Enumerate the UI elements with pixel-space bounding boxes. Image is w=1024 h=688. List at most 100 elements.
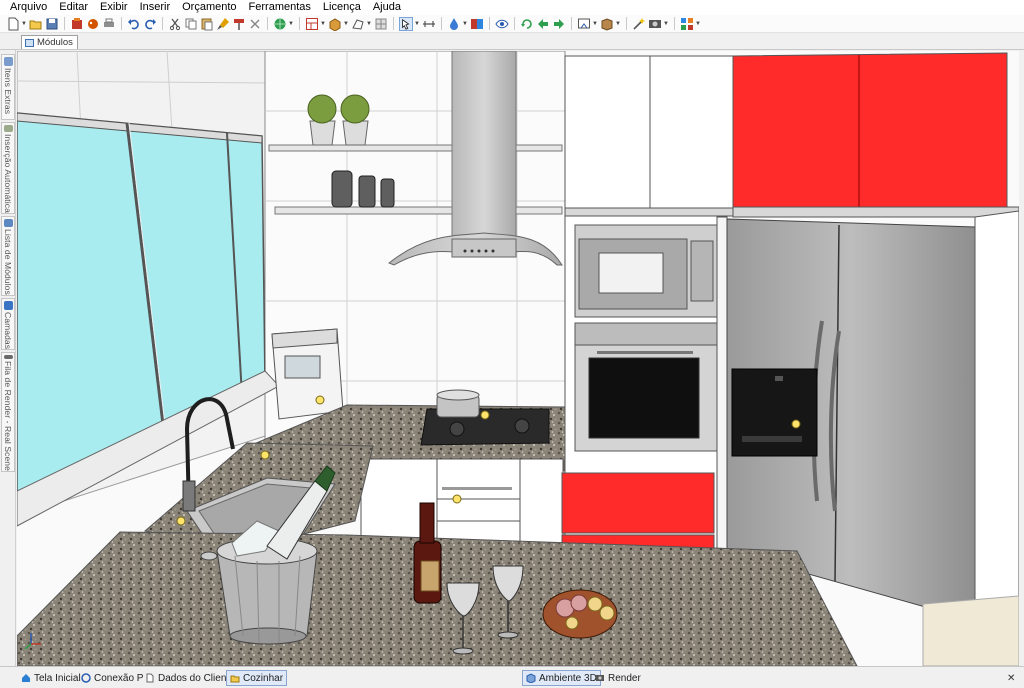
tab-modulos[interactable]: Módulos: [21, 35, 78, 49]
save-icon[interactable]: [45, 17, 59, 31]
move-left-icon[interactable]: [536, 17, 550, 31]
rotate-icon[interactable]: [520, 17, 534, 31]
viewport-3d[interactable]: [17, 51, 1019, 666]
close-tab-button[interactable]: ✕: [1004, 670, 1018, 686]
move-right-icon[interactable]: [552, 17, 566, 31]
dock-tab-lista-de-modulos[interactable]: Lista de Módulos: [1, 216, 15, 296]
paste-icon[interactable]: [200, 17, 214, 31]
menu-ferramentas[interactable]: Ferramentas: [243, 0, 317, 15]
cube-icon: [526, 673, 536, 684]
chevron-down-icon[interactable]: ▼: [695, 21, 701, 27]
menu-licenca[interactable]: Licença: [317, 0, 367, 15]
tab-ambiente-3d[interactable]: Ambiente 3D: [522, 670, 601, 686]
pointer-icon[interactable]: [399, 16, 413, 31]
toolbar-separator: [299, 17, 300, 30]
color-drop-icon[interactable]: [447, 17, 461, 31]
dock-tab-insercao-automatica[interactable]: Inserção Automática: [1, 122, 15, 214]
base-cabinets: [360, 458, 564, 548]
dock-tab-fila-de-render[interactable]: Fila de Render - Real Scene: [1, 352, 15, 472]
tab-cozinhar[interactable]: Cozinhar: [226, 670, 288, 686]
dock-tab-itens-extras[interactable]: Itens Extras: [1, 54, 15, 120]
menu-inserir[interactable]: Inserir: [134, 0, 177, 15]
undo-icon[interactable]: [127, 17, 141, 31]
chevron-down-icon[interactable]: ▼: [663, 21, 669, 27]
dock-tab-label: Fila de Render - Real Scene: [3, 361, 13, 471]
close-icon: ✕: [1007, 672, 1016, 684]
chevron-down-icon[interactable]: ▼: [414, 21, 420, 27]
microwave: [574, 224, 719, 318]
upper-cabinets-red: [732, 52, 1019, 218]
tab-tela-inicial[interactable]: Tela Inicial: [18, 670, 84, 686]
oven-tower: [561, 215, 719, 550]
status-bar: Tela Inicial Conexão P Dados do Cliente …: [0, 666, 1024, 688]
material-icon[interactable]: [470, 17, 484, 31]
dock-tab-camadas[interactable]: Camadas: [1, 298, 15, 350]
modules-icon[interactable]: [305, 17, 319, 31]
library-icon[interactable]: [70, 17, 84, 31]
wand-icon[interactable]: [632, 17, 646, 31]
toolbar-separator: [571, 17, 572, 30]
cooking-pot: [436, 389, 480, 418]
selection-marker[interactable]: [480, 410, 490, 420]
kitchen-3d-scene: [17, 51, 1019, 666]
toolbar-separator: [489, 17, 490, 30]
render-icon[interactable]: [648, 17, 662, 31]
chevron-down-icon[interactable]: ▼: [343, 21, 349, 27]
eye-icon[interactable]: [495, 17, 509, 31]
print-icon[interactable]: [102, 17, 116, 31]
grid-icon[interactable]: [374, 17, 388, 31]
copy-icon[interactable]: [184, 17, 198, 31]
tab-conexao[interactable]: Conexão P: [78, 670, 146, 686]
menu-exibir[interactable]: Exibir: [94, 0, 134, 15]
tab-dados-do-cliente[interactable]: Dados do Cliente: [142, 670, 238, 686]
palette-icon[interactable]: [86, 17, 100, 31]
chevron-down-icon[interactable]: ▼: [320, 21, 326, 27]
auto-insert-icon: [3, 125, 13, 133]
camera-icon[interactable]: [577, 17, 591, 31]
cut-icon[interactable]: [168, 17, 182, 31]
chevron-down-icon[interactable]: ▼: [21, 21, 27, 27]
dock-tab-label: Lista de Módulos: [3, 229, 13, 295]
render-icon: [595, 673, 605, 683]
toolbar-separator: [441, 17, 442, 30]
toolbar-separator: [626, 17, 627, 30]
paint-roller-icon[interactable]: [232, 17, 246, 31]
selection-marker[interactable]: [452, 494, 462, 504]
delete-icon[interactable]: [248, 17, 262, 31]
selection-marker[interactable]: [176, 516, 186, 526]
document-icon: [145, 673, 155, 683]
chevron-down-icon[interactable]: ▼: [615, 21, 621, 27]
selection-marker[interactable]: [791, 419, 801, 429]
menu-orcamento[interactable]: Orçamento: [176, 0, 242, 15]
toolbar-separator: [121, 17, 122, 30]
menu-editar[interactable]: Editar: [53, 0, 94, 15]
toolbar-separator: [267, 17, 268, 30]
menu-ajuda[interactable]: Ajuda: [367, 0, 407, 15]
document-tab-row: Módulos: [0, 33, 1024, 50]
tab-label: Cozinhar: [243, 672, 284, 684]
menu-arquivo[interactable]: Arquivo: [4, 0, 53, 15]
tab-render[interactable]: Render: [592, 670, 644, 686]
new-file-icon[interactable]: [6, 17, 20, 31]
shape-icon[interactable]: [351, 17, 365, 31]
open-folder-icon[interactable]: [29, 17, 43, 31]
home-icon: [21, 673, 31, 683]
render-queue-icon: [3, 355, 13, 360]
globe-icon[interactable]: [273, 17, 287, 31]
selection-marker[interactable]: [315, 395, 325, 405]
tab-label: Dados do Cliente: [158, 672, 235, 684]
toolbar-separator: [64, 17, 65, 30]
chevron-down-icon[interactable]: ▼: [592, 21, 598, 27]
layout-icon[interactable]: [680, 17, 694, 31]
brush-icon[interactable]: [216, 17, 230, 31]
box-icon[interactable]: [328, 17, 342, 31]
chevron-down-icon[interactable]: ▼: [366, 21, 372, 27]
upper-cabinets-white: [564, 55, 734, 217]
dock-tab-label: Itens Extras: [3, 68, 13, 115]
measure-icon[interactable]: [422, 17, 436, 31]
selection-marker[interactable]: [260, 450, 270, 460]
redo-icon[interactable]: [143, 17, 157, 31]
chevron-down-icon[interactable]: ▼: [462, 21, 468, 27]
package-icon[interactable]: [600, 17, 614, 31]
chevron-down-icon[interactable]: ▼: [288, 21, 294, 27]
